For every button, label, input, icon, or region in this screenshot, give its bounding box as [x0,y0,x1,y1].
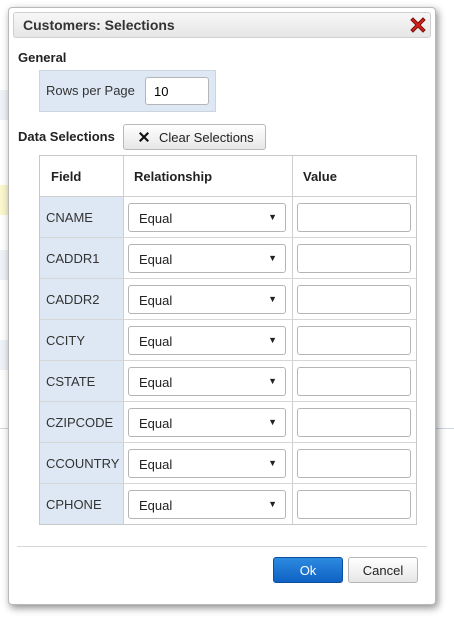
field-name: CZIPCODE [46,415,114,430]
dropdown-arrow-icon: ▼ [268,335,277,345]
rows-per-page-label: Rows per Page [46,83,135,98]
relationship-select[interactable]: Equal ▼ [128,490,286,519]
table-row: CZIPCODE Equal ▼ [40,402,416,443]
dialog-title: Customers: Selections [23,17,175,33]
table-row: CNAME Equal ▼ [40,197,416,238]
table-row: CSTATE Equal ▼ [40,361,416,402]
clear-selections-button[interactable]: Clear Selections [123,124,266,150]
relationship-value: Equal [139,211,173,226]
value-input[interactable] [297,203,411,232]
dropdown-arrow-icon: ▼ [268,458,277,468]
relationship-select[interactable]: Equal ▼ [128,285,286,314]
table-row: CADDR1 Equal ▼ [40,238,416,279]
relationship-select[interactable]: Equal ▼ [128,408,286,437]
field-name: CADDR2 [46,292,100,307]
relationship-value: Equal [139,498,173,513]
table-row: CCITY Equal ▼ [40,320,416,361]
ok-button[interactable]: Ok [273,557,343,583]
field-name: CCITY [46,333,85,348]
relationship-value: Equal [139,252,173,267]
footer-divider [17,546,427,547]
value-input[interactable] [297,244,411,273]
dropdown-arrow-icon: ▼ [268,376,277,386]
ok-button-label: Ok [299,563,317,578]
header-row-divider [40,156,416,197]
value-input[interactable] [297,490,411,519]
data-selections-heading: Data Selections [18,129,115,144]
value-input[interactable] [297,408,411,437]
relationship-value: Equal [139,334,173,349]
relationship-select[interactable]: Equal ▼ [128,326,286,355]
table-row: CCOUNTRY Equal ▼ [40,443,416,484]
value-input[interactable] [297,449,411,478]
field-name: CCOUNTRY [46,456,120,471]
field-name: CADDR1 [46,251,100,266]
value-input[interactable] [297,285,411,314]
x-icon [139,132,149,142]
value-input[interactable] [297,326,411,355]
dropdown-arrow-icon: ▼ [268,294,277,304]
relationship-value: Equal [139,416,173,431]
relationship-value: Equal [139,293,173,308]
relationship-select[interactable]: Equal ▼ [128,449,286,478]
close-icon[interactable] [407,14,429,36]
cancel-button-label: Cancel [362,563,404,578]
grid-body: CNAME Equal ▼ CADDR1 Equal ▼ CADDR2 Equal ▼… [40,197,416,524]
selections-grid: Field Relationship Value CNAME Equal ▼ CA… [39,155,417,525]
relationship-select[interactable]: Equal ▼ [128,203,286,232]
relationship-value: Equal [139,457,173,472]
dropdown-arrow-icon: ▼ [268,417,277,427]
rows-per-page-group: Rows per Page [39,70,216,112]
dropdown-arrow-icon: ▼ [268,253,277,263]
table-row: CADDR2 Equal ▼ [40,279,416,320]
dialog-titlebar: Customers: Selections [13,12,431,38]
selections-dialog: Customers: Selections General Rows per P… [8,7,436,605]
relationship-select[interactable]: Equal ▼ [128,367,286,396]
relationship-value: Equal [139,375,173,390]
general-heading: General [18,50,67,65]
dropdown-arrow-icon: ▼ [268,212,277,222]
relationship-select[interactable]: Equal ▼ [128,244,286,273]
cancel-button[interactable]: Cancel [348,557,418,583]
clear-selections-label: Clear Selections [159,130,254,145]
field-name: CSTATE [46,374,96,389]
dropdown-arrow-icon: ▼ [268,499,277,509]
value-input[interactable] [297,367,411,396]
field-name: CPHONE [46,497,102,512]
field-name: CNAME [46,210,93,225]
table-row: CPHONE Equal ▼ [40,484,416,525]
rows-per-page-input[interactable] [145,77,209,105]
